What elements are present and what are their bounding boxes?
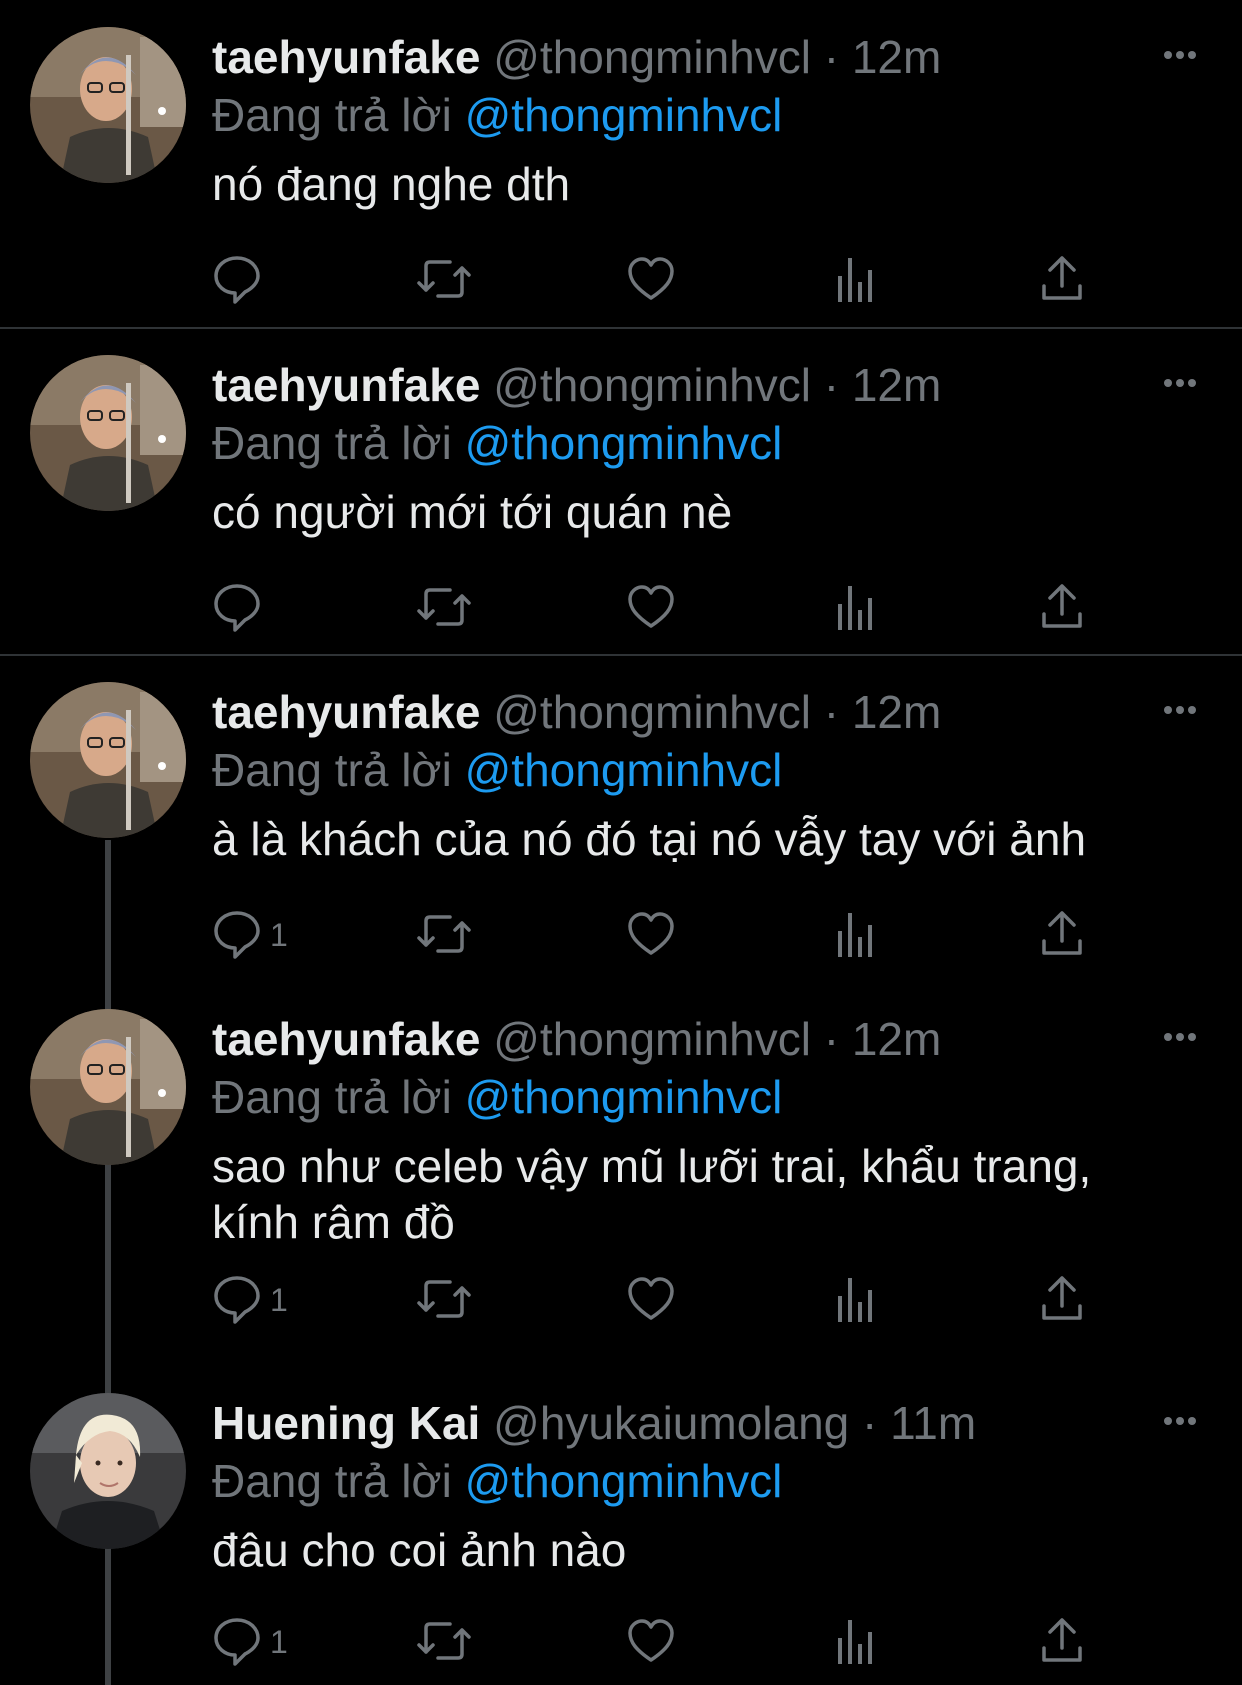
author-name[interactable]: taehyunfake (212, 686, 480, 738)
replying-to-label: Đang trả lời (212, 1455, 452, 1507)
analytics-button[interactable] (834, 252, 878, 306)
share-button[interactable] (1038, 1272, 1086, 1326)
analytics-button[interactable] (834, 580, 878, 634)
tweet[interactable]: taehyunfake @thongminhvcl · 12m Đang trả… (0, 655, 1242, 982)
share-button[interactable] (1038, 580, 1086, 634)
replying-to: Đang trả lời @thongminhvcl (212, 82, 782, 148)
share-button[interactable] (1038, 907, 1086, 961)
more-icon[interactable] (1160, 1022, 1200, 1052)
author-name[interactable]: taehyunfake (212, 359, 480, 411)
separator: · (862, 1397, 878, 1449)
like-button[interactable] (626, 580, 676, 634)
tweet-text: nó đang nghe dth (212, 158, 571, 210)
reply-button[interactable] (212, 252, 262, 306)
tweet-header: taehyunfake @thongminhvcl · 12m (212, 1006, 941, 1072)
avatar[interactable] (30, 1393, 186, 1549)
analytics-button[interactable] (834, 1272, 878, 1326)
more-icon[interactable] (1160, 368, 1200, 398)
analytics-button[interactable] (834, 1614, 878, 1668)
retweet-button[interactable] (416, 252, 472, 306)
replying-to-label: Đang trả lời (212, 89, 452, 141)
tweet[interactable]: taehyunfake @thongminhvcl · 12m Đang trả… (0, 0, 1242, 328)
tweet-actions: 1 (212, 1272, 1112, 1326)
tweet-header: taehyunfake @thongminhvcl · 12m (212, 352, 941, 418)
reply-count: 1 (270, 917, 288, 953)
avatar[interactable] (30, 27, 186, 183)
like-button[interactable] (626, 1614, 676, 1668)
author-handle[interactable]: @hyukaiumolang (493, 1397, 849, 1449)
timestamp[interactable]: 12m (852, 1013, 941, 1065)
tweet-text: à là khách của nó đó tại nó vẫy tay với … (212, 813, 1087, 865)
reply-mention-link[interactable]: @thongminhvcl (465, 417, 783, 469)
reply-button[interactable]: 1 (212, 1272, 288, 1326)
more-icon[interactable] (1160, 1406, 1200, 1436)
retweet-button[interactable] (416, 907, 472, 961)
replying-to-label: Đang trả lời (212, 417, 452, 469)
avatar[interactable] (30, 682, 186, 838)
avatar[interactable] (30, 355, 186, 511)
separator: · (823, 1013, 840, 1065)
tweet-actions (212, 580, 1112, 634)
separator: · (823, 686, 840, 738)
retweet-button[interactable] (416, 580, 472, 634)
reply-button[interactable]: 1 (212, 1614, 288, 1668)
retweet-button[interactable] (416, 1614, 472, 1668)
timestamp[interactable]: 11m (890, 1397, 976, 1449)
author-name[interactable]: Huening Kai (212, 1397, 480, 1449)
reply-mention-link[interactable]: @thongminhvcl (465, 1071, 783, 1123)
author-handle[interactable]: @thongminhvcl (493, 359, 811, 411)
replying-to: Đang trả lời @thongminhvcl (212, 410, 782, 476)
like-button[interactable] (626, 907, 676, 961)
replying-to: Đang trả lời @thongminhvcl (212, 1448, 782, 1514)
separator: · (823, 359, 840, 411)
author-handle[interactable]: @thongminhvcl (493, 1013, 811, 1065)
retweet-button[interactable] (416, 1272, 472, 1326)
analytics-button[interactable] (834, 907, 878, 961)
tweet[interactable]: taehyunfake @thongminhvcl · 12m Đang trả… (0, 982, 1242, 1366)
replying-to-label: Đang trả lời (212, 1071, 452, 1123)
tweet-actions: 1 (212, 907, 1112, 961)
more-icon[interactable] (1160, 40, 1200, 70)
tweet-header: taehyunfake @thongminhvcl · 12m (212, 679, 941, 745)
replying-to-label: Đang trả lời (212, 744, 452, 796)
replying-to: Đang trả lời @thongminhvcl (212, 737, 782, 803)
tweet-text: sao như celeb vậy mũ lưỡi trai, khẩu tra… (212, 1140, 1092, 1248)
tweet-header: taehyunfake @thongminhvcl · 12m (212, 24, 941, 90)
tweet-text: có người mới tới quán nè (212, 486, 733, 538)
avatar[interactable] (30, 1009, 186, 1165)
separator: · (823, 31, 840, 83)
reply-mention-link[interactable]: @thongminhvcl (465, 1455, 783, 1507)
reply-mention-link[interactable]: @thongminhvcl (465, 89, 783, 141)
replying-to: Đang trả lời @thongminhvcl (212, 1064, 782, 1130)
like-button[interactable] (626, 252, 676, 306)
author-handle[interactable]: @thongminhvcl (493, 31, 811, 83)
author-handle[interactable]: @thongminhvcl (493, 686, 811, 738)
tweet-actions (212, 252, 1112, 306)
author-name[interactable]: taehyunfake (212, 1013, 480, 1065)
share-button[interactable] (1038, 252, 1086, 306)
tweet-actions: 1 (212, 1614, 1112, 1668)
more-icon[interactable] (1160, 695, 1200, 725)
reply-count: 1 (270, 1282, 288, 1318)
reply-mention-link[interactable]: @thongminhvcl (465, 744, 783, 796)
tweet-text: đâu cho coi ảnh nào (212, 1524, 627, 1576)
share-button[interactable] (1038, 1614, 1086, 1668)
tweet-header: Huening Kai @hyukaiumolang · 11m (212, 1390, 976, 1456)
timestamp[interactable]: 12m (852, 359, 941, 411)
timestamp[interactable]: 12m (852, 31, 941, 83)
tweet[interactable]: taehyunfake @thongminhvcl · 12m Đang trả… (0, 328, 1242, 655)
reply-button[interactable] (212, 580, 262, 634)
reply-button[interactable]: 1 (212, 907, 288, 961)
author-name[interactable]: taehyunfake (212, 31, 480, 83)
like-button[interactable] (626, 1272, 676, 1326)
tweet[interactable]: Huening Kai @hyukaiumolang · 11m Đang tr… (0, 1366, 1242, 1685)
timestamp[interactable]: 12m (852, 686, 941, 738)
reply-count: 1 (270, 1624, 288, 1660)
